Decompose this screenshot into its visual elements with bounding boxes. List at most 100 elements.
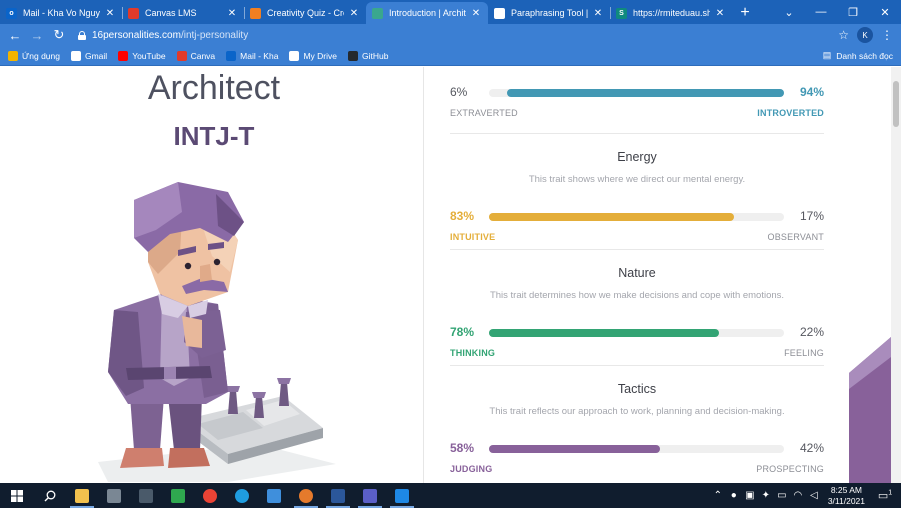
new-tab-button[interactable]: + xyxy=(732,2,758,24)
trait-name: Nature xyxy=(618,266,656,280)
trait-bar-fill xyxy=(506,89,784,97)
address-bar[interactable]: 16personalities.com/intj-personality xyxy=(78,24,838,46)
close-window-button[interactable]: ✕ xyxy=(869,6,901,19)
tab-title: Paraphrasing Tool | Qu xyxy=(511,8,588,18)
settings-app-icon xyxy=(107,488,121,503)
search-button[interactable] xyxy=(34,483,66,508)
taskbar-app-button[interactable] xyxy=(354,483,386,508)
page-scrollbar[interactable] xyxy=(891,67,901,483)
windows-taskbar: ⌃ ● ▣ ✦ ▭ ◠ ◁ 8:25 AM 3/11/2021 ▭1 xyxy=(0,483,901,508)
file-explorer-icon xyxy=(75,488,89,503)
system-clock[interactable]: 8:25 AM 3/11/2021 xyxy=(828,485,865,507)
bookmark-item[interactable]: Canva xyxy=(176,50,215,61)
trait-right-percent: 94% xyxy=(799,85,824,99)
taskbar-app-button[interactable] xyxy=(162,483,194,508)
url-path: /intj-personality xyxy=(180,29,249,41)
browser-tab[interactable]: Creativity Quiz - Crea ✕ xyxy=(244,2,366,24)
trait-name: Energy xyxy=(617,150,657,164)
bookmark-list: Ứng dụng Gmail YouTube Canva Mail - Kha My Dr… xyxy=(8,50,399,61)
trait-section: Tactics This trait reflects our approach … xyxy=(450,366,824,482)
teams-tray-icon[interactable]: ✦ xyxy=(759,490,773,501)
taskbar-app-button[interactable] xyxy=(130,483,162,508)
tab-title: Canvas LMS xyxy=(145,8,197,18)
bookmark-star-icon[interactable]: ☆ xyxy=(838,28,849,42)
taskbar-app-button[interactable] xyxy=(194,483,226,508)
bookmark-label: Gmail xyxy=(84,50,108,61)
tab-search-icon[interactable]: ⌄ xyxy=(773,6,805,19)
browser-tab[interactable]: Canvas LMS ✕ xyxy=(122,2,244,24)
tab-close-icon[interactable]: ✕ xyxy=(348,8,360,19)
profile-avatar[interactable]: K xyxy=(857,27,873,43)
notification-count: 1 xyxy=(888,489,893,497)
bookmark-item[interactable]: Gmail xyxy=(70,50,108,61)
show-hidden-icons-icon[interactable]: ⌃ xyxy=(711,490,725,501)
battery-icon[interactable]: ▭ xyxy=(775,490,789,501)
tab-close-icon[interactable]: ✕ xyxy=(470,8,482,19)
reading-list-button[interactable]: ▤ Danh sách đọc xyxy=(823,50,901,61)
taskbar-app-button[interactable] xyxy=(98,483,130,508)
restore-button[interactable]: ❐ xyxy=(837,6,869,19)
trait-description: This trait determines how we make decisi… xyxy=(489,290,785,301)
minimize-button[interactable]: — xyxy=(805,6,837,18)
windows-logo-icon xyxy=(11,489,23,502)
bookmark-item[interactable]: Ứng dụng xyxy=(8,50,60,61)
wifi-icon[interactable]: ◠ xyxy=(791,490,805,501)
menu-kebab-icon[interactable]: ⋮ xyxy=(881,28,893,42)
trait-description: This trait reflects our approach to work… xyxy=(489,406,785,417)
microphone-icon[interactable]: ● xyxy=(727,490,741,501)
browser-tab[interactable]: Introduction | Archite ✕ xyxy=(366,2,488,24)
trait-left-percent: 58% xyxy=(450,441,475,455)
word-icon xyxy=(331,488,345,503)
back-button[interactable]: ← xyxy=(4,28,26,43)
trait-right-percent: 17% xyxy=(799,209,824,223)
bookmark-item[interactable]: YouTube xyxy=(118,50,166,61)
tab-title: https://rmiteduau.sha xyxy=(633,8,710,18)
trait-right-label: PROSPECTING xyxy=(756,464,824,474)
bookmark-item[interactable]: My Drive xyxy=(289,50,337,61)
trait-bar-fill xyxy=(489,329,720,337)
photos-viewer-icon xyxy=(395,488,409,503)
trait-left-label: JUDGING xyxy=(450,464,493,474)
taskbar-app-button[interactable] xyxy=(226,483,258,508)
trait-right-label: INTROVERTED xyxy=(757,108,824,118)
browser-tab[interactable]: Paraphrasing Tool | Qu ✕ xyxy=(488,2,610,24)
trait-left-label: INTUITIVE xyxy=(450,232,496,242)
tab-close-icon[interactable]: ✕ xyxy=(104,8,116,19)
trait-left-label: EXTRAVERTED xyxy=(450,108,518,118)
scrollbar-thumb[interactable] xyxy=(893,81,899,127)
browser-tab[interactable]: o Mail - Kha Vo Nguyen ✕ xyxy=(0,2,122,24)
bookmark-item[interactable]: Mail - Kha xyxy=(226,50,278,61)
bookmark-label: GitHub xyxy=(361,50,389,61)
tab-close-icon[interactable]: ✕ xyxy=(592,8,604,19)
taskbar-app-button[interactable] xyxy=(322,483,354,508)
lock-icon xyxy=(78,30,86,40)
volume-icon[interactable]: ◁ xyxy=(807,490,821,501)
github-icon xyxy=(347,50,358,61)
taskbar-app-button[interactable] xyxy=(258,483,290,508)
photos-app-icon xyxy=(267,488,281,503)
trait-section: Nature This trait determines how we make … xyxy=(450,250,824,366)
bookmark-item[interactable]: GitHub xyxy=(347,50,389,61)
sharepoint-icon: S xyxy=(616,7,627,19)
tab-title: Introduction | Archite xyxy=(389,8,466,18)
notification-center-button[interactable]: ▭1 xyxy=(875,489,895,502)
trait-right-label: OBSERVANT xyxy=(767,232,824,242)
browser-tab[interactable]: Shttps://rmiteduau.sha ✕ xyxy=(610,2,732,24)
reload-button[interactable]: ↻ xyxy=(48,27,70,43)
trait-bar-fill xyxy=(489,445,661,453)
tab-close-icon[interactable]: ✕ xyxy=(714,8,726,19)
display-icon[interactable]: ▣ xyxy=(743,490,757,501)
taskbar-app-button[interactable] xyxy=(66,483,98,508)
bookmark-label: Ứng dụng xyxy=(22,50,60,61)
taskbar-app-button[interactable] xyxy=(290,483,322,508)
bookmark-label: My Drive xyxy=(303,50,337,61)
outlook-icon: o xyxy=(6,7,17,19)
browser-toolbar: ← → ↻ 16personalities.com/intj-personali… xyxy=(0,24,901,46)
window-controls: ⌄ — ❐ ✕ xyxy=(773,0,901,24)
start-button[interactable] xyxy=(0,483,34,508)
forward-button[interactable]: → xyxy=(26,28,48,43)
tab-close-icon[interactable]: ✕ xyxy=(226,8,238,19)
trait-left-percent: 83% xyxy=(450,209,475,223)
taskbar-app-button[interactable] xyxy=(386,483,418,508)
trait-bar-track xyxy=(489,213,784,221)
